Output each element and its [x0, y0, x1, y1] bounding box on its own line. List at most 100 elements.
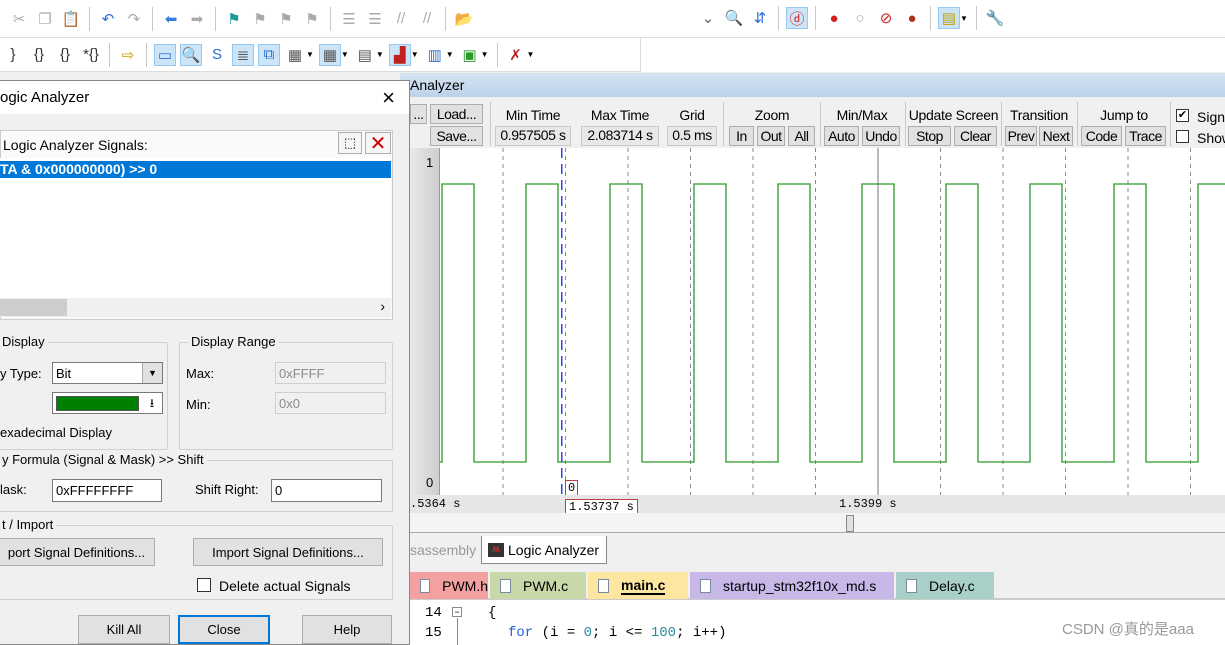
dropdown-arrow-icon[interactable]: ▼	[306, 50, 314, 59]
file-tab[interactable]: PWM.c	[490, 572, 586, 599]
incremental-find-icon[interactable]: ⇵	[749, 7, 771, 29]
dropdown-arrow-icon[interactable]: ▼	[446, 50, 454, 59]
indent-icon[interactable]: ☰	[338, 8, 360, 30]
zoom-out-button[interactable]: Out	[757, 126, 785, 146]
display-type-select[interactable]: Bit ▼	[52, 362, 163, 384]
call-stack-window-icon[interactable]: ⧉	[258, 43, 280, 66]
bookmark-clear-icon[interactable]: ⚑	[301, 8, 323, 30]
trace-window-icon[interactable]: ▥	[424, 44, 446, 66]
mask-input[interactable]: 0xFFFFFFFF	[52, 479, 162, 502]
copy-icon[interactable]: ❐	[34, 8, 56, 30]
delete-signals-checkbox[interactable]	[197, 578, 211, 592]
scrollbar-thumb[interactable]	[846, 515, 854, 532]
show-cycles-checkbox[interactable]	[1176, 130, 1189, 143]
stop-button[interactable]: Stop	[908, 126, 951, 146]
file-tab[interactable]: PWM.h	[410, 572, 488, 599]
dropdown-arrow-icon[interactable]: ▼	[960, 14, 968, 23]
chevron-down-icon[interactable]: ▼	[142, 363, 162, 383]
undo-icon[interactable]: ↶	[97, 8, 119, 30]
close-icon[interactable]: ×	[382, 81, 395, 114]
analysis-window-icon[interactable]: ▟	[388, 43, 411, 66]
min-field[interactable]: 0x0	[275, 392, 386, 414]
uncomment-icon[interactable]: //	[416, 8, 438, 30]
auto-button[interactable]: Auto	[824, 126, 859, 146]
list-hscrollbar[interactable]: ›	[0, 298, 391, 317]
tab-disassembly[interactable]: sassembly	[410, 542, 476, 558]
zoom-all-button[interactable]: All	[788, 126, 815, 146]
step-icon[interactable]: }	[2, 44, 24, 66]
toolbox-icon[interactable]: ✗	[505, 44, 527, 66]
prev-transition-button[interactable]: Prev	[1005, 126, 1037, 146]
horizontal-scrollbar[interactable]	[400, 513, 1225, 533]
dropdown-arrow-icon[interactable]: ▼	[376, 50, 384, 59]
file-tab[interactable]: startup_stm32f10x_md.s	[690, 572, 894, 599]
bookmark-prev-icon[interactable]: ⚑	[249, 8, 271, 30]
system-viewer-icon[interactable]: ▣	[459, 44, 481, 66]
debug-session-icon[interactable]: ⓓ	[786, 7, 808, 29]
jump-code-button[interactable]: Code	[1081, 126, 1122, 146]
serial-window-icon[interactable]: ▤	[354, 44, 376, 66]
signals-list[interactable]	[0, 158, 391, 316]
breakpoint-kill-all-icon[interactable]: ●	[901, 7, 923, 29]
help-button[interactable]: Help	[302, 615, 392, 644]
nav-back-icon[interactable]: ⬅	[160, 8, 182, 30]
watch-window-icon[interactable]: ▦	[284, 44, 306, 66]
clear-button[interactable]: Clear	[954, 126, 997, 146]
close-button[interactable]: Close	[178, 615, 270, 644]
bookmark-icon[interactable]: ⚑	[223, 8, 245, 30]
find-in-files-icon[interactable]: 📂	[453, 8, 475, 30]
bookmark-next-icon[interactable]: ⚑	[275, 8, 297, 30]
undo-button[interactable]: Undo	[862, 126, 900, 146]
step-over-icon[interactable]: {}	[28, 44, 50, 66]
export-signal-definitions-button[interactable]: port Signal Definitions...	[0, 538, 155, 566]
dropdown-arrow-icon[interactable]: ▼	[481, 50, 489, 59]
dropdown-arrow-icon[interactable]: ▼	[527, 50, 535, 59]
hex-display-label[interactable]: exadecimal Display	[0, 425, 112, 440]
dropdown-arrow-icon[interactable]: ▼	[341, 50, 349, 59]
color-picker[interactable]: ⭳	[52, 392, 163, 414]
cut-icon[interactable]: ✂	[8, 8, 30, 30]
delete-signal-icon[interactable]: ✕	[365, 132, 391, 155]
window-layout-icon[interactable]: ▤	[938, 7, 960, 29]
signal-info-checkbox[interactable]: ✔	[1176, 109, 1189, 122]
zoom-in-button[interactable]: In	[729, 126, 754, 146]
import-signal-definitions-button[interactable]: Import Signal Definitions...	[193, 538, 383, 566]
memory-window-icon[interactable]: ▦	[318, 43, 341, 66]
setup-button[interactable]: ...	[410, 104, 427, 124]
find-icon[interactable]: 🔍	[723, 7, 745, 29]
kill-all-button[interactable]: Kill All	[78, 615, 170, 644]
shift-right-input[interactable]: 0	[271, 479, 382, 502]
color-dropdown-icon[interactable]: ⭳	[142, 393, 162, 413]
tab-logic-analyzer[interactable]: ʍ Logic Analyzer	[481, 536, 607, 564]
redo-icon[interactable]: ↷	[123, 8, 145, 30]
signal-list-item[interactable]: TA & 0x000000000) >> 0	[0, 161, 391, 178]
scrollbar-thumb[interactable]	[0, 299, 67, 316]
nav-forward-icon[interactable]: ➡	[186, 8, 208, 30]
paste-icon[interactable]: 📋	[60, 8, 82, 30]
file-tab[interactable]: Delay.c	[896, 572, 994, 599]
jump-trace-button[interactable]: Trace	[1125, 126, 1166, 146]
symbols-window-icon[interactable]: S	[206, 44, 228, 66]
load-button[interactable]: Load...	[430, 104, 483, 124]
show-next-statement-icon[interactable]: ⇨	[117, 44, 139, 66]
disassembly-window-icon[interactable]: 🔍	[180, 43, 202, 66]
comment-icon[interactable]: //	[390, 8, 412, 30]
unindent-icon[interactable]: ☰	[364, 8, 386, 30]
breakpoint-enable-icon[interactable]: ○	[849, 7, 871, 29]
next-transition-button[interactable]: Next	[1039, 126, 1073, 146]
breakpoint-disable-all-icon[interactable]: ⊘	[875, 7, 897, 29]
run-to-cursor-icon[interactable]: *{}	[80, 44, 102, 66]
configure-icon[interactable]: 🔧	[984, 7, 1006, 29]
step-out-icon[interactable]: {}	[54, 44, 76, 66]
registers-window-icon[interactable]: ≣	[232, 43, 254, 66]
command-window-icon[interactable]: ▭	[154, 43, 176, 66]
dropdown-arrow-icon[interactable]: ▼	[411, 50, 419, 59]
scroll-right-icon[interactable]: ›	[380, 298, 385, 314]
file-tab[interactable]: main.c	[588, 572, 688, 599]
max-field[interactable]: 0xFFFF	[275, 362, 386, 384]
new-signal-icon[interactable]: ⬚	[338, 132, 362, 154]
combo-dropdown-icon[interactable]: ⌄	[697, 7, 719, 29]
fold-icon[interactable]: −	[452, 607, 462, 617]
save-button[interactable]: Save...	[430, 126, 483, 146]
waveform-plot[interactable]	[440, 148, 1225, 495]
